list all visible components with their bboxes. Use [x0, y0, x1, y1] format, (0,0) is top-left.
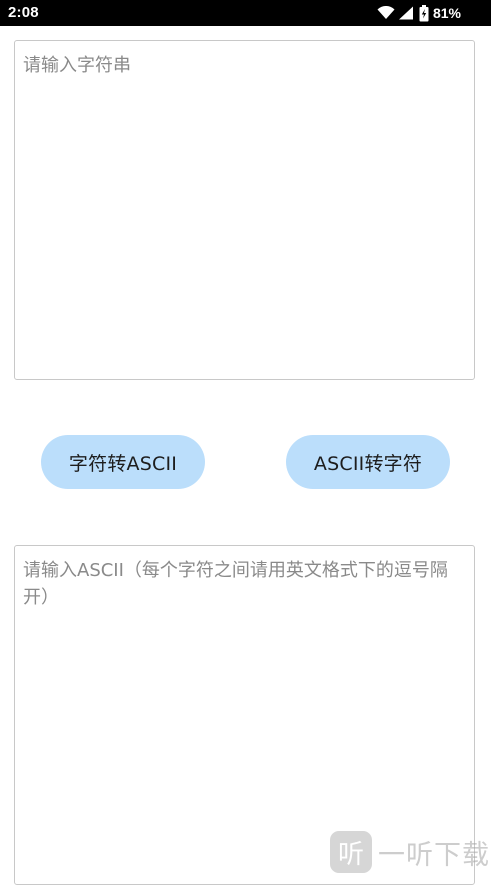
watermark: 听 一听下载	[330, 830, 490, 874]
status-bar: 2:08 81%	[0, 0, 491, 26]
cell-signal-icon	[398, 6, 413, 20]
watermark-text: 一听下载	[378, 839, 490, 871]
string-input-placeholder: 请输入字符串	[23, 55, 131, 76]
string-to-ascii-button[interactable]: 字符转ASCII	[41, 435, 205, 489]
battery-percent: 81%	[432, 5, 461, 21]
watermark-logo-icon: 听	[330, 831, 372, 873]
status-time: 2:08	[8, 4, 39, 21]
ascii-to-string-button[interactable]: ASCII转字符	[286, 435, 450, 489]
wifi-icon	[377, 6, 395, 19]
battery-icon	[419, 4, 429, 21]
status-icons: 81%	[377, 4, 461, 22]
ascii-input-placeholder: 请输入ASCII（每个字符之间请用英文格式下的逗号隔开）	[23, 560, 448, 608]
string-input[interactable]: 请输入字符串	[14, 40, 475, 380]
